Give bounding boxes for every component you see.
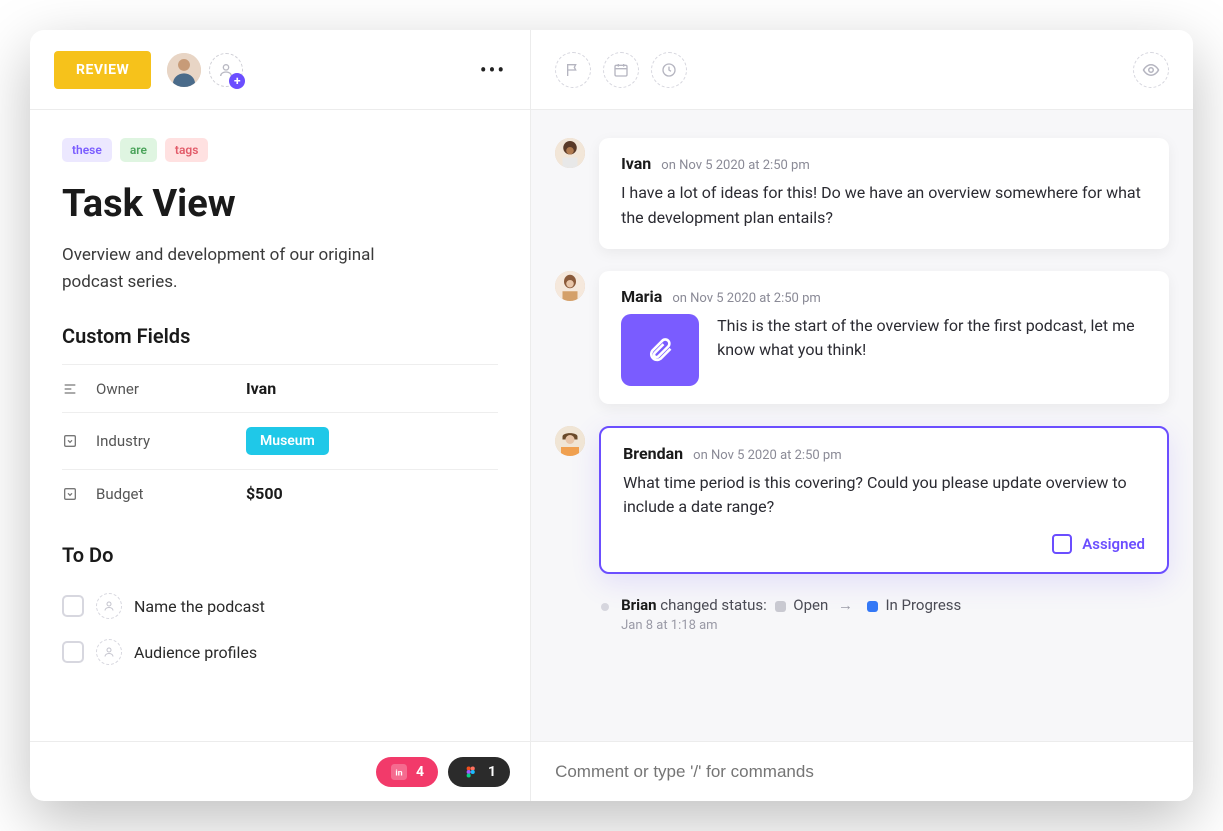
field-row-budget: Budget $500 xyxy=(62,470,498,517)
todo-list: Name the podcast Audience profiles xyxy=(62,583,498,675)
invision-icon: in xyxy=(390,763,408,781)
todo-text[interactable]: Audience profiles xyxy=(134,643,257,662)
comment-avatar[interactable] xyxy=(555,271,585,301)
comment-avatar[interactable] xyxy=(555,426,585,456)
attachment-thumbnail[interactable] xyxy=(621,314,699,386)
activity-text: Brian changed status: Open → In Progress xyxy=(621,596,961,614)
comment-bubble-assigned[interactable]: Brendan on Nov 5 2020 at 2:50 pm What ti… xyxy=(599,426,1169,575)
assignee-avatar[interactable] xyxy=(167,53,201,87)
field-value[interactable]: Ivan xyxy=(246,379,498,398)
comment-input[interactable] xyxy=(555,762,1169,782)
todo-heading: To Do xyxy=(62,543,498,567)
todo-assignee-button[interactable] xyxy=(96,639,122,665)
status-dot-open-icon xyxy=(775,601,786,612)
assigned-toggle[interactable]: Assigned xyxy=(623,534,1145,554)
comment-author: Ivan xyxy=(621,154,651,173)
field-value-badge[interactable]: Museum xyxy=(246,427,329,455)
dropdown-icon xyxy=(62,433,78,449)
todo-item: Audience profiles xyxy=(62,629,498,675)
person-icon xyxy=(555,271,585,301)
composer xyxy=(530,741,1193,801)
left-header: REVIEW + ••• xyxy=(30,30,530,110)
watch-button[interactable] xyxy=(1133,52,1169,88)
eye-icon xyxy=(1142,61,1160,79)
activity-dot-icon xyxy=(601,603,609,611)
person-icon xyxy=(103,600,115,612)
comment-timestamp: on Nov 5 2020 at 2:50 pm xyxy=(661,158,809,173)
comment-body: What time period is this covering? Could… xyxy=(623,471,1145,521)
flag-icon xyxy=(565,62,581,78)
comment-avatar[interactable] xyxy=(555,138,585,168)
tag[interactable]: are xyxy=(120,138,157,162)
field-row-industry: Industry Museum xyxy=(62,413,498,470)
checkbox-icon xyxy=(1052,534,1072,554)
assigned-label: Assigned xyxy=(1082,535,1145,553)
task-details-panel: these are tags Task View Overview and de… xyxy=(30,110,530,741)
right-header xyxy=(530,30,1193,110)
person-icon xyxy=(167,53,201,87)
dropdown-icon xyxy=(62,486,78,502)
field-value[interactable]: $500 xyxy=(246,484,498,503)
comment-timestamp: on Nov 5 2020 at 2:50 pm xyxy=(693,448,841,463)
comments-panel: Ivan on Nov 5 2020 at 2:50 pm I have a l… xyxy=(530,110,1193,741)
time-button[interactable] xyxy=(651,52,687,88)
calendar-icon xyxy=(613,62,629,78)
task-app: REVIEW + ••• these are tags xyxy=(30,30,1193,801)
invision-attachment-pill[interactable]: in 4 xyxy=(376,757,438,787)
comment-bubble[interactable]: Ivan on Nov 5 2020 at 2:50 pm I have a l… xyxy=(599,138,1169,249)
todo-assignee-button[interactable] xyxy=(96,593,122,619)
tag[interactable]: these xyxy=(62,138,112,162)
left-footer: in 4 1 xyxy=(30,741,530,801)
todo-checkbox[interactable] xyxy=(62,641,84,663)
comment-author: Brendan xyxy=(623,444,683,463)
flag-button[interactable] xyxy=(555,52,591,88)
comment: Ivan on Nov 5 2020 at 2:50 pm I have a l… xyxy=(555,138,1169,249)
add-assignee-button[interactable]: + xyxy=(209,53,243,87)
date-button[interactable] xyxy=(603,52,639,88)
svg-text:in: in xyxy=(395,768,402,778)
person-icon xyxy=(103,646,115,658)
clock-icon xyxy=(661,62,677,78)
tags-row: these are tags xyxy=(62,138,498,162)
attachment-count: 1 xyxy=(488,764,496,780)
custom-fields-heading: Custom Fields xyxy=(62,324,498,348)
todo-text[interactable]: Name the podcast xyxy=(134,597,265,616)
task-title[interactable]: Task View xyxy=(62,182,498,226)
arrow-right-icon: → xyxy=(838,596,853,614)
more-options-button[interactable]: ••• xyxy=(480,58,506,82)
todo-checkbox[interactable] xyxy=(62,595,84,617)
custom-fields-list: Owner Ivan Industry Museum Budget $500 xyxy=(62,364,498,517)
status-dot-progress-icon xyxy=(867,601,878,612)
attachment-count: 4 xyxy=(416,764,424,780)
comment-author: Maria xyxy=(621,287,662,306)
field-label: Industry xyxy=(96,432,236,450)
activity-item: Brian changed status: Open → In Progress… xyxy=(601,596,1169,633)
comment-body: This is the start of the overview for th… xyxy=(717,314,1147,364)
figma-attachment-pill[interactable]: 1 xyxy=(448,757,510,787)
comment: Maria on Nov 5 2020 at 2:50 pm This is t… xyxy=(555,271,1169,404)
status-pill[interactable]: REVIEW xyxy=(54,51,151,89)
comment-bubble[interactable]: Maria on Nov 5 2020 at 2:50 pm This is t… xyxy=(599,271,1169,404)
comment-timestamp: on Nov 5 2020 at 2:50 pm xyxy=(672,291,820,306)
todo-item: Name the podcast xyxy=(62,583,498,629)
task-description[interactable]: Overview and development of our original… xyxy=(62,242,422,296)
field-label: Owner xyxy=(96,380,236,398)
comment: Brendan on Nov 5 2020 at 2:50 pm What ti… xyxy=(555,426,1169,575)
figma-icon xyxy=(462,763,480,781)
person-icon xyxy=(555,426,585,456)
tag[interactable]: tags xyxy=(165,138,208,162)
field-row-owner: Owner Ivan xyxy=(62,365,498,413)
text-lines-icon xyxy=(62,381,78,397)
activity-timestamp: Jan 8 at 1:18 am xyxy=(621,618,961,633)
paperclip-icon xyxy=(646,336,674,364)
comment-body: I have a lot of ideas for this! Do we ha… xyxy=(621,181,1147,231)
plus-badge-icon: + xyxy=(229,73,245,89)
person-icon xyxy=(555,138,585,168)
field-label: Budget xyxy=(96,485,236,503)
